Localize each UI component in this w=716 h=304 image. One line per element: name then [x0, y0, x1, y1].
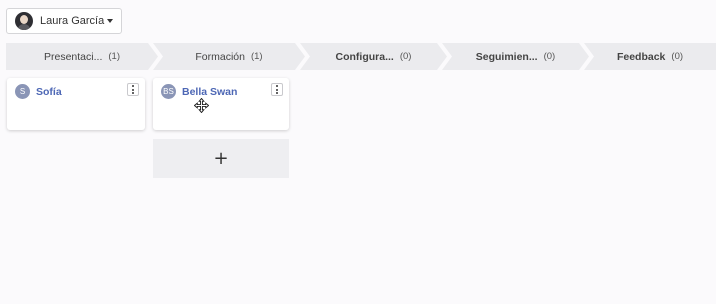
initials-badge: S [15, 84, 30, 99]
add-card-button[interactable]: + [153, 139, 289, 178]
stage-count: (0) [399, 51, 412, 62]
stage-feedback[interactable]: Feedback (0) [584, 43, 716, 70]
stage-seguimiento[interactable]: Seguimien... (0) [442, 43, 589, 70]
stage-configuracion[interactable]: Configura... (0) [300, 43, 447, 70]
stage-presentacion[interactable]: Presentaci... (1) [6, 43, 158, 70]
kebab-menu-icon[interactable] [271, 83, 283, 96]
stage-name: Presentaci... [44, 50, 103, 63]
candidate-name-link[interactable]: Sofía [36, 86, 62, 98]
initials-badge: BS [161, 84, 176, 99]
stage-name: Seguimien... [475, 50, 538, 63]
stage-name: Feedback [616, 50, 666, 63]
candidate-card[interactable]: BS Bella Swan [153, 78, 289, 130]
stage-name: Formación [195, 50, 245, 63]
kebab-menu-icon[interactable] [127, 83, 139, 96]
pipeline-stages: Presentaci... (1) Formación (1) Configur… [6, 43, 716, 70]
move-cursor-icon [194, 98, 209, 113]
stage-name: Configura... [335, 50, 394, 63]
stage-count: (0) [671, 51, 684, 62]
stage-count: (0) [543, 51, 556, 62]
plus-icon: + [213, 147, 229, 169]
stage-formacion[interactable]: Formación (1) [153, 43, 305, 70]
stage-count: (1) [108, 51, 120, 62]
user-avatar [15, 12, 33, 30]
user-dropdown-button[interactable]: Laura García [6, 8, 122, 34]
stage-count: (1) [250, 51, 263, 62]
user-name: Laura García [40, 15, 105, 27]
candidate-card[interactable]: S Sofía [7, 78, 145, 130]
candidate-name-link[interactable]: Bella Swan [182, 86, 237, 98]
caret-down-icon [107, 19, 114, 23]
